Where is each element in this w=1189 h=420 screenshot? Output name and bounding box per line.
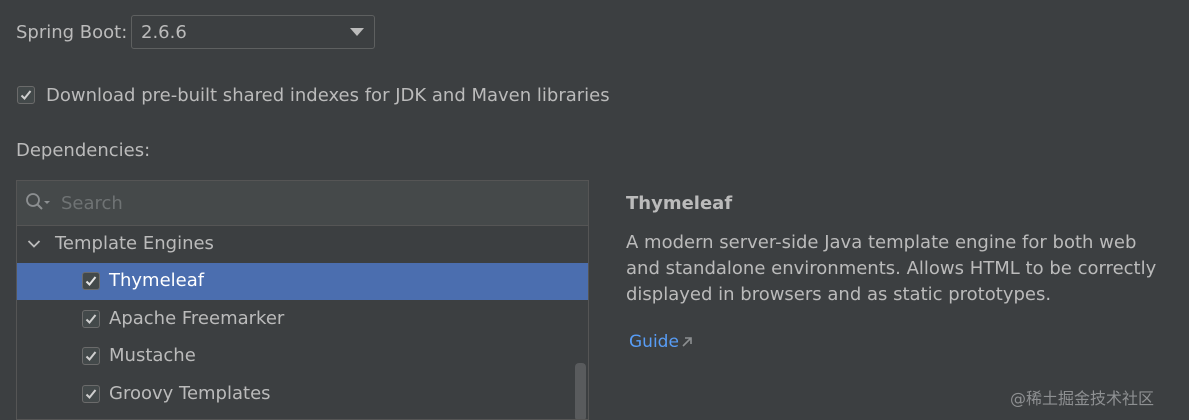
tree-group-label: Template Engines: [55, 233, 214, 254]
checkmark-icon: [85, 276, 97, 286]
dependency-detail-title: Thymeleaf: [626, 193, 733, 214]
dependency-item-mustache[interactable]: Mustache: [17, 338, 588, 375]
dependency-label: Apache Freemarker: [109, 308, 285, 329]
prebuilt-indexes-label[interactable]: Download pre-built shared indexes for JD…: [46, 85, 610, 106]
dependency-item-groovy-templates[interactable]: Groovy Templates: [17, 376, 588, 413]
prebuilt-indexes-checkbox[interactable]: [17, 86, 35, 104]
dependency-checkbox[interactable]: [82, 385, 100, 403]
dependency-label: Groovy Templates: [109, 383, 271, 404]
tree-group-template-engines[interactable]: Template Engines: [17, 226, 588, 263]
spring-boot-version-value: 2.6.6: [141, 22, 187, 43]
checkmark-icon: [85, 389, 97, 399]
dependency-item-apache-freemarker[interactable]: Apache Freemarker: [17, 301, 588, 338]
checkmark-icon: [85, 314, 97, 324]
dependency-label: Thymeleaf: [109, 270, 205, 291]
guide-link[interactable]: Guide: [629, 332, 679, 352]
new-project-dialog: Spring Boot: 2.6.6 Download pre-built sh…: [0, 0, 1189, 420]
dependencies-label: Dependencies:: [16, 140, 151, 161]
watermark-text: @稀土掘金技术社区: [1010, 389, 1155, 408]
checkmark-icon: [85, 351, 97, 361]
dependency-checkbox[interactable]: [82, 272, 100, 290]
dependencies-panel: Search Template Engines Thymeleaf Apache…: [16, 180, 589, 420]
spring-boot-version-select[interactable]: 2.6.6: [131, 15, 375, 49]
checkmark-icon: [20, 90, 32, 100]
dependency-checkbox[interactable]: [82, 347, 100, 365]
search-placeholder: Search: [61, 193, 123, 214]
external-link-icon[interactable]: [681, 336, 693, 348]
dependencies-search[interactable]: Search: [17, 181, 588, 226]
chevron-down-icon[interactable]: [27, 239, 41, 249]
spring-boot-label: Spring Boot:: [16, 22, 128, 43]
dependency-detail-description: A modern server-side Java template engin…: [626, 232, 1157, 305]
chevron-down-icon: [350, 28, 364, 36]
search-icon[interactable]: [25, 192, 53, 214]
dependency-checkbox[interactable]: [82, 310, 100, 328]
dependency-item-thymeleaf[interactable]: Thymeleaf: [17, 263, 588, 300]
dependency-label: Mustache: [109, 345, 196, 366]
dependencies-scrollbar[interactable]: [575, 363, 586, 419]
